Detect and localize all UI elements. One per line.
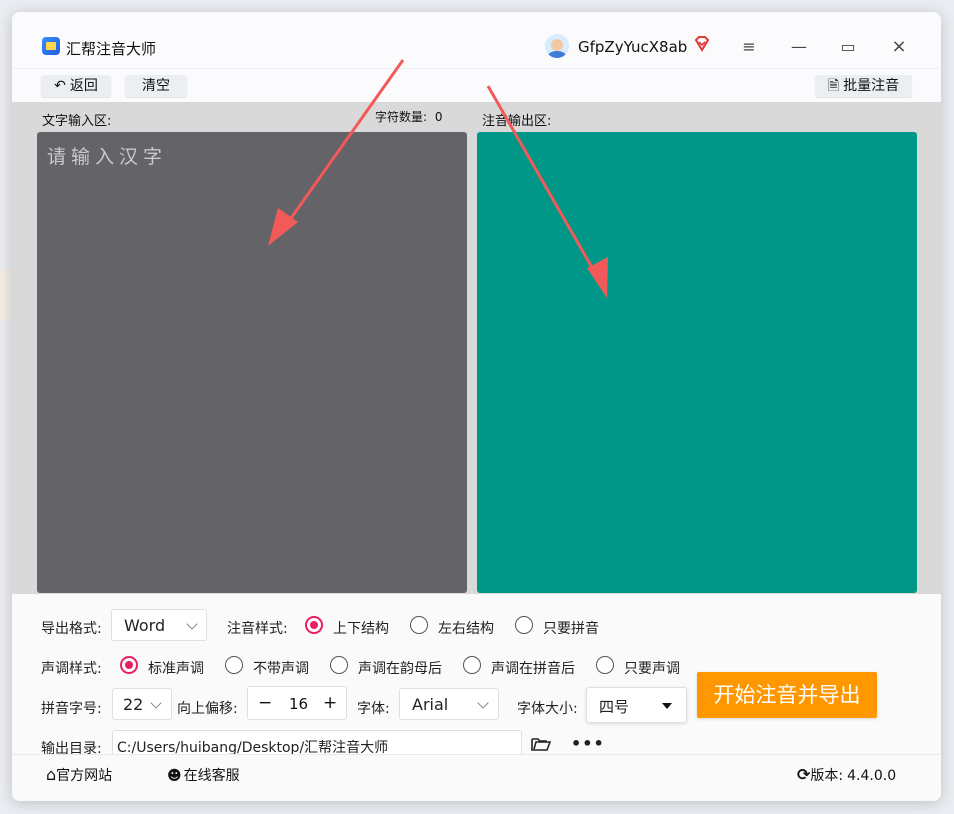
username[interactable]: GfpZyYucX8ab (578, 38, 687, 56)
maximize-icon[interactable]: ▭ (838, 39, 858, 55)
export-format-label: 导出格式: (41, 621, 102, 637)
refresh-icon: ⟳ (797, 765, 811, 784)
radio-pinyin-only[interactable] (515, 616, 533, 634)
radio-tone-standard[interactable] (120, 656, 138, 674)
settings-panel: 导出格式: Word 注音样式: 上下结构 左右结构 只要拼音 声调样式: 标准… (12, 594, 941, 760)
pinyin-size-select[interactable]: 22 (112, 688, 172, 720)
clear-button[interactable]: 清空 (125, 75, 187, 97)
back-label: 返回 (69, 78, 98, 94)
batch-label: 批量注音 (843, 78, 900, 94)
radio-tone-after-final[interactable] (330, 656, 348, 674)
pinyin-only-label: 只要拼音 (543, 621, 599, 637)
export-format-select[interactable]: Word (111, 609, 207, 641)
char-count-value: 0 (434, 110, 443, 124)
online-support-label: 在线客服 (183, 768, 240, 784)
tone-after-pinyin-label: 声调在拼音后 (491, 661, 575, 677)
offset-stepper[interactable]: − 16 + (247, 686, 347, 720)
char-count: 字符数量: 0 (375, 108, 443, 125)
input-placeholder: 请输入汉字 (47, 146, 168, 168)
toolbar: ↶ 返回 清空 🗎 批量注音 (12, 68, 941, 103)
chevron-down-icon (150, 697, 162, 709)
export-format-value: Word (124, 616, 166, 635)
user-avatar[interactable] (545, 34, 569, 58)
app-window: 汇帮注音大师 GfpZyYucX8ab ≡ — ▭ × ↶ 返回 清空 🗎 批量注音… (12, 12, 941, 801)
plus-button[interactable]: + (323, 693, 337, 713)
vip-diamond-icon[interactable] (693, 35, 711, 53)
back-button[interactable]: ↶ 返回 (41, 75, 111, 97)
more-options-icon[interactable]: ••• (571, 734, 605, 753)
offset-label: 向上偏移: (177, 701, 238, 717)
tone-standard-label: 标准声调 (148, 661, 204, 677)
radio-annotation-vertical[interactable] (305, 616, 323, 634)
caret-down-icon (662, 703, 672, 709)
support-agent-icon: ☻ (167, 768, 182, 784)
radio-annotation-horizontal[interactable] (410, 616, 428, 634)
pinyin-size-value: 22 (123, 695, 144, 714)
version-info[interactable]: ⟳版本: 4.4.0.0 (797, 765, 896, 785)
document-icon: 🗎 (827, 78, 840, 94)
menu-icon[interactable]: ≡ (739, 39, 759, 55)
title-bar: 汇帮注音大师 GfpZyYucX8ab ≡ — ▭ × (12, 12, 941, 68)
tone-only-label: 只要声调 (624, 661, 680, 677)
official-website-link[interactable]: ⌂官方网站 (46, 765, 112, 785)
footer: ⌂官方网站 ☻ 在线客服 ⟳版本: 4.4.0.0 (12, 754, 941, 801)
batch-annotate-button[interactable]: 🗎 批量注音 (815, 75, 912, 97)
output-panel-label: 注音输出区: (482, 114, 552, 129)
home-icon: ⌂ (46, 765, 57, 784)
font-size-value: 四号 (599, 698, 630, 716)
app-logo-icon (42, 37, 60, 55)
annotation-output-area[interactable] (477, 132, 917, 593)
editor-panels: 文字输入区: 字符数量: 0 注音输出区: 请输入汉字 (12, 102, 941, 594)
chevron-down-icon (477, 697, 489, 709)
offset-value: 16 (289, 695, 309, 713)
start-export-button[interactable]: 开始注音并导出 (697, 672, 877, 718)
tone-none-label: 不带声调 (253, 661, 309, 677)
font-size-select[interactable]: 四号 (586, 687, 687, 723)
radio-tone-none[interactable] (225, 656, 243, 674)
radio-tone-only[interactable] (596, 656, 614, 674)
minimize-icon[interactable]: — (789, 39, 809, 55)
version-value: 4.4.0.0 (847, 768, 897, 784)
annotation-style-label: 注音样式: (227, 621, 288, 637)
chevron-down-icon (186, 618, 198, 630)
radio-tone-after-pinyin[interactable] (463, 656, 481, 674)
font-select[interactable]: Arial (399, 688, 499, 720)
version-label: 版本: (810, 768, 844, 784)
folder-open-icon[interactable] (531, 736, 551, 752)
close-icon[interactable]: × (889, 38, 909, 56)
text-input-area[interactable]: 请输入汉字 (37, 132, 467, 593)
minus-button[interactable]: − (258, 693, 272, 713)
online-support-link[interactable]: ☻ 在线客服 (167, 765, 240, 785)
pinyin-size-label: 拼音字号: (41, 701, 102, 717)
font-size-label: 字体大小: (517, 701, 578, 717)
official-website-label: 官方网站 (56, 768, 113, 784)
font-value: Arial (412, 695, 449, 714)
annotation-vertical-label: 上下结构 (333, 621, 389, 637)
char-count-label: 字符数量: (375, 110, 428, 124)
font-label: 字体: (357, 701, 390, 717)
tone-after-final-label: 声调在韵母后 (358, 661, 442, 677)
tone-style-label: 声调样式: (41, 661, 102, 677)
annotation-horizontal-label: 左右结构 (438, 621, 494, 637)
app-title: 汇帮注音大师 (66, 40, 157, 58)
input-panel-label: 文字输入区: (42, 114, 112, 129)
back-arrow-icon: ↶ (54, 78, 66, 94)
